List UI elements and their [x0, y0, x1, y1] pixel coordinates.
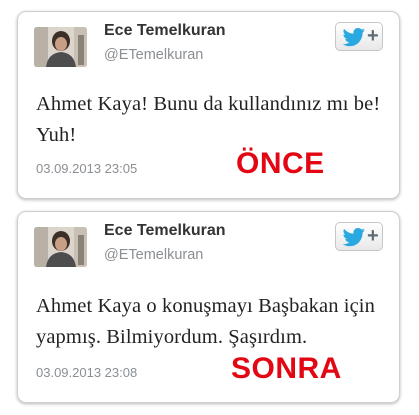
twitter-bird-icon — [342, 28, 366, 52]
author-name[interactable]: Ece Temelkuran — [104, 22, 226, 40]
avatar-photo-icon — [34, 27, 87, 67]
screenshot-page: Ece Temelkuran @ETemelkuran + Ahmet Kaya… — [0, 0, 419, 415]
plus-icon: + — [367, 225, 379, 247]
twitter-bird-icon — [342, 228, 366, 252]
after-label: SONRA — [231, 352, 342, 385]
author-name[interactable]: Ece Temelkuran — [104, 222, 226, 240]
plus-icon: + — [367, 25, 379, 47]
avatar[interactable] — [34, 27, 87, 67]
tweet-card: Ece Temelkuran @ETemelkuran + Ahmet Kaya… — [17, 211, 400, 403]
tweet-timestamp[interactable]: 03.09.2013 23:08 — [36, 365, 137, 380]
author-handle[interactable]: @ETemelkuran — [104, 247, 203, 263]
tweet-timestamp[interactable]: 03.09.2013 23:05 — [36, 161, 137, 176]
avatar[interactable] — [34, 227, 87, 267]
author-handle[interactable]: @ETemelkuran — [104, 47, 203, 63]
follow-button[interactable]: + — [335, 22, 383, 51]
tweet-text: Ahmet Kaya o konuşmayı Başbakan için yap… — [36, 295, 375, 348]
tweet-card: Ece Temelkuran @ETemelkuran + Ahmet Kaya… — [17, 11, 400, 199]
follow-button[interactable]: + — [335, 222, 383, 251]
before-label: ÖNCE — [236, 147, 325, 180]
avatar-photo-icon — [34, 227, 87, 267]
tweet-text: Ahmet Kaya! Bunu da kullandınız mı be! Y… — [36, 93, 381, 146]
